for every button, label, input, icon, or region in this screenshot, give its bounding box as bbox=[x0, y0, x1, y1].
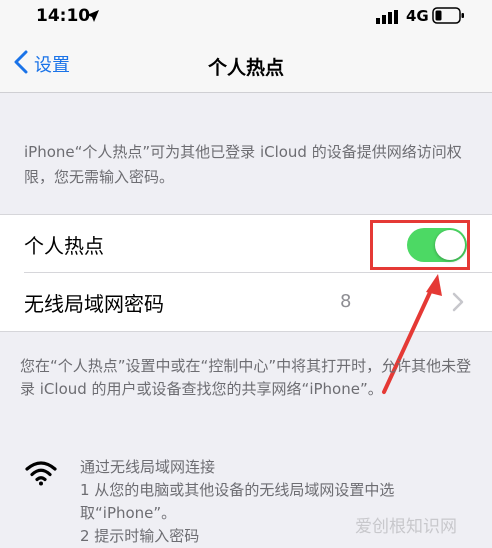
wifi-password-label: 无线局域网密码 bbox=[24, 292, 164, 316]
chevron-right-icon bbox=[452, 292, 464, 316]
discovery-description: 您在“个人热点”设置中或在“控制中心”中将其打开时，允许其他未登录 iCloud… bbox=[20, 357, 472, 398]
hotspot-description: iPhone“个人热点”可为其他已登录 iCloud 的设备提供网络访问权限，您… bbox=[24, 143, 462, 186]
annotation-highlight-box bbox=[370, 220, 470, 270]
status-bar: 14:10 4G bbox=[0, 0, 492, 32]
navigation-bar: 设置 个人热点 bbox=[0, 32, 492, 93]
page-title: 个人热点 bbox=[207, 57, 284, 79]
hotspot-label: 个人热点 bbox=[24, 234, 104, 258]
status-time: 14:10 bbox=[36, 6, 91, 26]
signal-bars-icon bbox=[376, 9, 400, 28]
wifi-section-title: 通过无线局域网连接 bbox=[80, 458, 216, 476]
wifi-icon bbox=[24, 460, 58, 490]
location-arrow-icon bbox=[86, 8, 100, 27]
network-type: 4G bbox=[406, 7, 429, 25]
wifi-password-value: 8 bbox=[340, 291, 352, 312]
watermark: 爱创根知识网 bbox=[355, 517, 457, 537]
battery-icon bbox=[432, 7, 466, 28]
